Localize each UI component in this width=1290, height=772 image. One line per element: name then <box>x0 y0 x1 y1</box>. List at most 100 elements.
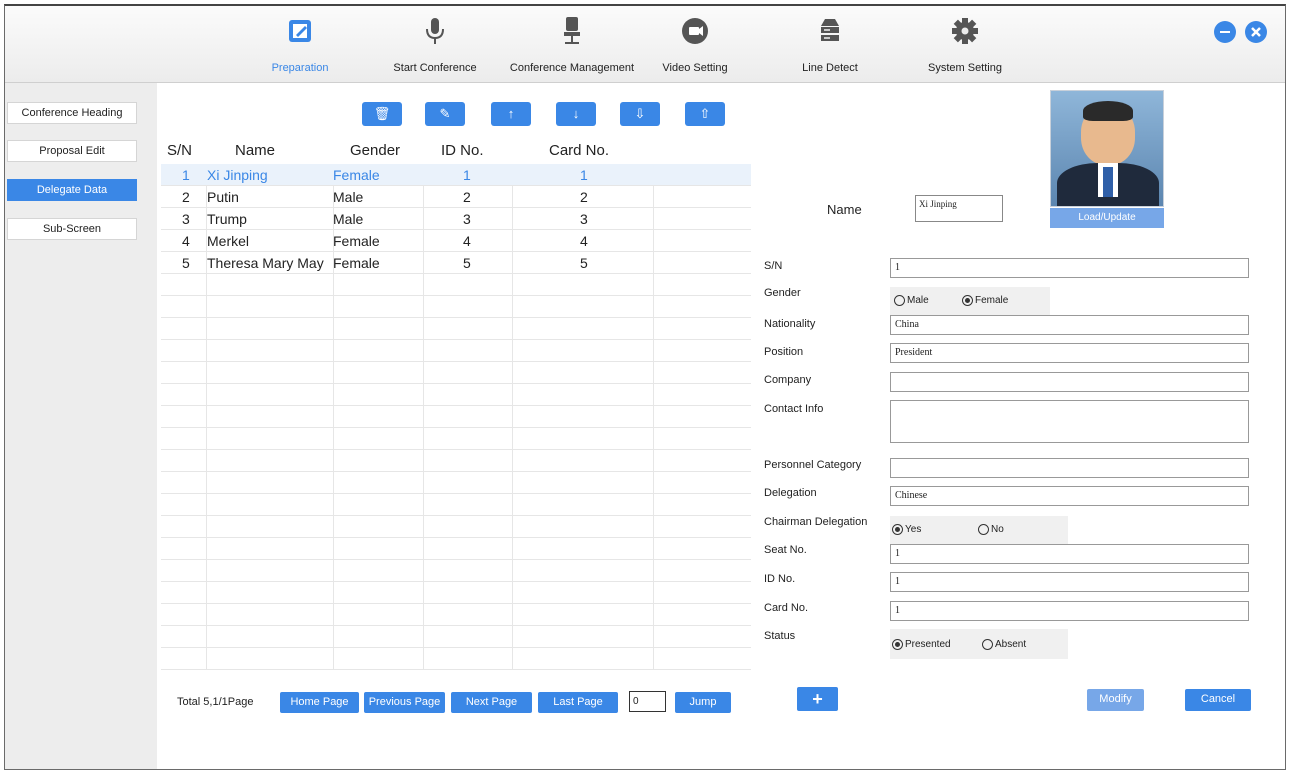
edit-icon <box>289 20 311 42</box>
chairman-no-radio[interactable]: No <box>978 524 1004 535</box>
chair-icon <box>564 17 580 44</box>
home-page-button[interactable]: Home Page <box>280 692 359 713</box>
name-field[interactable]: Xi Jinping <box>915 195 1003 222</box>
nationality-label: Nationality <box>764 318 816 330</box>
empty-row <box>161 274 751 296</box>
move-down-icon: ↓ <box>572 106 580 121</box>
pager-total: Total 5,1/1Page <box>177 696 254 708</box>
jump-button[interactable]: Jump <box>675 692 731 713</box>
delete-button[interactable]: 🗑 <box>362 102 402 126</box>
tool-system-setting[interactable]: System Setting <box>915 14 1015 74</box>
tool-label: Video Setting <box>662 62 728 74</box>
table-row[interactable]: 5 Theresa Mary May Female 5 5 <box>161 252 751 274</box>
id-no-label: ID No. <box>764 573 796 585</box>
status-presented-radio[interactable]: Presented <box>892 639 951 650</box>
cell-gender: Male <box>333 189 364 205</box>
cell-id: 3 <box>463 211 471 227</box>
gender-radio-group: Male Female <box>890 287 1050 317</box>
table-row[interactable]: 2 Putin Male 2 2 <box>161 186 751 208</box>
cell-name: Merkel <box>207 233 250 249</box>
sidebar-item-delegate-data[interactable]: Delegate Data <box>7 179 137 201</box>
cell-id: 2 <box>463 189 471 205</box>
tool-preparation[interactable]: Preparation <box>255 14 345 74</box>
gender-label: Gender <box>764 287 801 299</box>
empty-row <box>161 626 751 648</box>
gender-male-radio[interactable]: Male <box>894 295 929 306</box>
move-up-icon: ↑ <box>507 106 515 121</box>
chairman-yes-radio[interactable]: Yes <box>892 524 921 535</box>
radio-selected-icon <box>892 639 903 650</box>
column-header-id-no: ID No. <box>441 142 484 159</box>
table-row[interactable]: 1 Xi Jinping Female 1 1 <box>161 164 751 186</box>
chairman-delegation-label: Chairman Delegation <box>764 516 868 528</box>
position-field[interactable]: President <box>890 343 1249 363</box>
tool-video-setting[interactable]: Video Setting <box>655 14 735 74</box>
delegate-table: S/N Name Gender ID No. Card No. 1 Xi Jin… <box>161 134 751 670</box>
modify-button[interactable]: Modify <box>1087 689 1144 711</box>
sn-field[interactable]: 1 <box>890 258 1249 278</box>
radio-selected-icon <box>892 524 903 535</box>
id-no-field[interactable]: 1 <box>890 572 1249 592</box>
sidebar-item-sub-screen[interactable]: Sub-Screen <box>7 218 137 240</box>
cell-name: Putin <box>207 189 239 205</box>
load-update-button[interactable]: Load/Update <box>1050 208 1164 228</box>
radio-icon <box>894 295 905 306</box>
cell-id: 5 <box>463 255 471 271</box>
empty-row <box>161 494 751 516</box>
tool-label: Start Conference <box>393 62 477 74</box>
nationality-field[interactable]: China <box>890 315 1249 335</box>
empty-row <box>161 428 751 450</box>
delegation-field[interactable]: Chinese <box>890 486 1249 506</box>
clear-button[interactable]: ✎ <box>425 102 465 126</box>
tool-label: Preparation <box>271 62 329 74</box>
gender-female-radio[interactable]: Female <box>962 295 1008 306</box>
app-window: Preparation Start Conference Conference … <box>4 4 1286 770</box>
last-page-button[interactable]: Last Page <box>538 692 618 713</box>
cell-sn: 1 <box>182 167 190 183</box>
next-page-button[interactable]: Next Page <box>451 692 532 713</box>
card-no-field[interactable]: 1 <box>890 601 1249 621</box>
add-button[interactable]: + <box>797 687 838 711</box>
gender-female-label: Female <box>975 295 1009 306</box>
delete-icon: 🗑 <box>373 106 391 121</box>
page-number-input[interactable]: 0 <box>629 691 666 712</box>
sidebar-item-proposal-edit[interactable]: Proposal Edit <box>7 140 137 162</box>
column-header-name: Name <box>235 142 276 159</box>
company-field[interactable] <box>890 372 1249 392</box>
chairman-no-label: No <box>991 524 1004 535</box>
tool-label: Conference Management <box>509 62 635 74</box>
cell-card: 3 <box>580 211 588 227</box>
cell-card: 2 <box>580 189 588 205</box>
cell-gender: Female <box>333 233 380 249</box>
personnel-category-field[interactable] <box>890 458 1249 478</box>
tool-line-detect[interactable]: Line Detect <box>785 14 875 74</box>
contact-info-label: Contact Info <box>764 403 824 415</box>
table-row[interactable]: 3 Trump Male 3 3 <box>161 208 751 230</box>
empty-row <box>161 450 751 472</box>
contact-info-field[interactable] <box>890 400 1249 443</box>
tool-start-conference[interactable]: Start Conference <box>385 14 485 74</box>
chairman-radio-group: Yes No <box>890 516 1068 546</box>
import-button[interactable]: ⇩ <box>620 102 660 126</box>
tool-conference-management[interactable]: Conference Management <box>502 14 642 74</box>
cell-name: Theresa Mary May <box>207 255 324 271</box>
move-down-button[interactable]: ↓ <box>556 102 596 126</box>
cancel-button[interactable]: Cancel <box>1185 689 1251 711</box>
column-header-card-no: Card No. <box>549 142 610 159</box>
sidebar-item-conference-heading[interactable]: Conference Heading <box>7 102 137 124</box>
gear-icon <box>952 18 978 44</box>
close-icon <box>1251 27 1261 37</box>
server-icon <box>821 19 839 41</box>
minimize-button[interactable] <box>1214 21 1236 43</box>
gender-male-label: Male <box>907 295 929 306</box>
status-absent-radio[interactable]: Absent <box>982 639 1026 650</box>
column-header-gender: Gender <box>350 142 401 159</box>
previous-page-button[interactable]: Previous Page <box>364 692 445 713</box>
radio-icon <box>978 524 989 535</box>
empty-row <box>161 406 751 428</box>
table-row[interactable]: 4 Merkel Female 4 4 <box>161 230 751 252</box>
seat-no-field[interactable]: 1 <box>890 544 1249 564</box>
close-button[interactable] <box>1245 21 1267 43</box>
export-button[interactable]: ⇧ <box>685 102 725 126</box>
move-up-button[interactable]: ↑ <box>491 102 531 126</box>
